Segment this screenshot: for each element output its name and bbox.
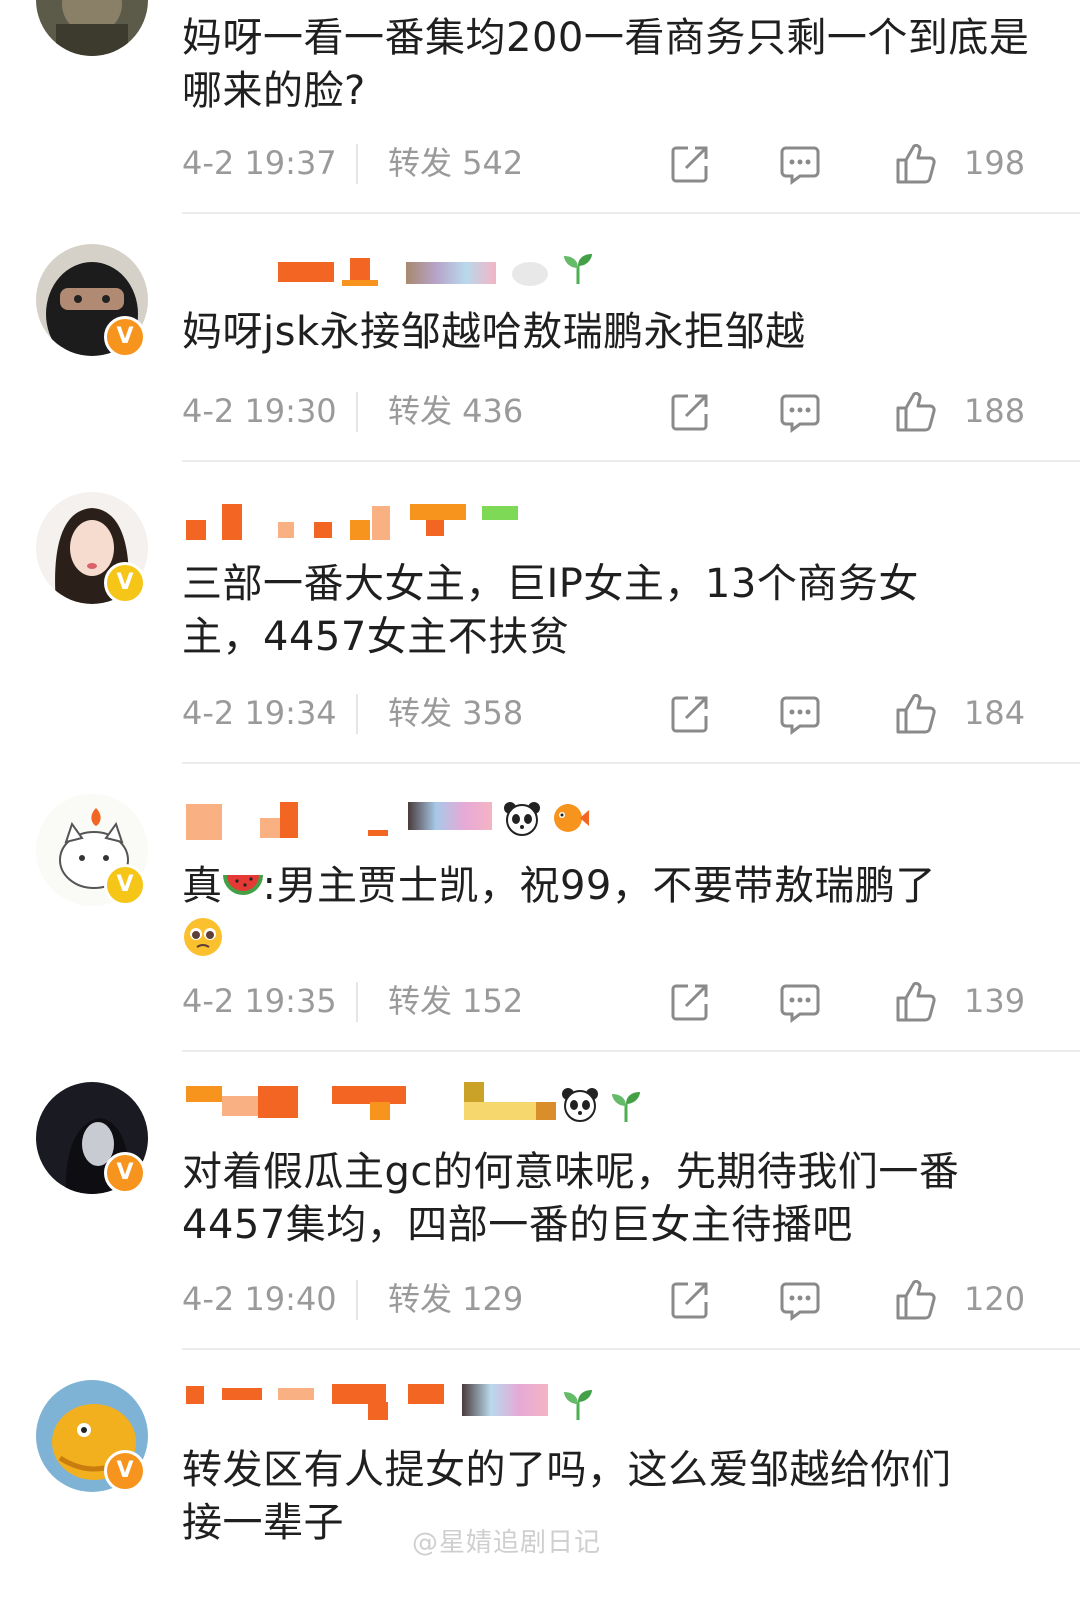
thumbs-up-icon[interactable] xyxy=(894,692,938,736)
post-text-line: 三部一番大女主，巨IP女主，13个商务女 xyxy=(182,561,919,607)
comment-icon[interactable] xyxy=(778,142,822,186)
post-meta: 4-2 19:34 转发 358 184 xyxy=(182,688,1042,738)
repost-count[interactable]: 转发 152 xyxy=(388,976,523,1026)
post-text-suffix: :男主贾士凯，祝99，不要带敖瑞鹏了 xyxy=(262,863,936,909)
share-icon[interactable] xyxy=(668,692,712,736)
post-meta: 4-2 19:30 转发 436 188 xyxy=(182,386,1042,436)
username-masked xyxy=(186,800,666,844)
meta-divider xyxy=(356,982,358,1022)
thumbs-up-icon[interactable] xyxy=(894,142,938,186)
post-text: 三部一番大女主，巨IP女主，13个商务女 主，4457女主不扶贫 xyxy=(182,558,1042,664)
verified-v-icon: V xyxy=(104,562,146,604)
like-count: 184 xyxy=(964,694,1026,732)
post-meta: 4-2 19:40 转发 129 120 xyxy=(182,1274,1042,1324)
post-divider xyxy=(182,1050,1080,1052)
share-icon[interactable] xyxy=(668,1278,712,1322)
comment-icon[interactable] xyxy=(778,980,822,1024)
verified-v-icon: V xyxy=(104,864,146,906)
post-divider xyxy=(182,212,1080,214)
panda-icon xyxy=(562,1088,598,1122)
thumbs-up-icon[interactable] xyxy=(894,390,938,434)
repost-count[interactable]: 转发 542 xyxy=(388,138,523,188)
post-text-line: 转发区有人提女的了吗，这么爱邹越给你们 xyxy=(182,1447,952,1493)
post-text-line: 主，4457女主不扶贫 xyxy=(182,614,570,660)
post-text-line: 接一辈子 xyxy=(182,1500,344,1546)
post-text-line: 4457集均，四部一番的巨女主待播吧 xyxy=(182,1202,853,1248)
repost-count[interactable]: 转发 129 xyxy=(388,1274,523,1324)
post-meta: 4-2 19:37 转发 542 198 xyxy=(182,138,1042,188)
post-text-prefix: 真 xyxy=(182,863,223,909)
meta-divider xyxy=(356,392,358,432)
sprout-icon xyxy=(612,1092,640,1122)
post-text-line: 对着假瓜主gc的何意味呢，先期待我们一番 xyxy=(182,1149,960,1195)
post-time: 4-2 19:35 xyxy=(182,982,337,1020)
post-text: 妈呀一看一番集均200一看商务只剩一个到底是哪来的脸? xyxy=(182,15,1030,114)
comment-icon[interactable] xyxy=(778,390,822,434)
like-count: 188 xyxy=(964,392,1026,430)
repost-count[interactable]: 转发 436 xyxy=(388,386,523,436)
verified-v-icon: V xyxy=(104,1152,146,1194)
like-count: 120 xyxy=(964,1280,1026,1318)
post-text: 妈呀jsk永接邹越哈敖瑞鹏永拒邹越 xyxy=(182,309,806,355)
pleading-emoji-icon xyxy=(184,918,222,956)
post-text: 转发区有人提女的了吗，这么爱邹越给你们 接一辈子 xyxy=(182,1444,1042,1550)
watermelon-emoji-icon xyxy=(222,874,263,895)
post-divider xyxy=(182,460,1080,462)
username-masked xyxy=(186,500,666,544)
post-divider xyxy=(182,762,1080,764)
panda-icon xyxy=(504,802,540,836)
verified-v-icon: V xyxy=(104,1450,146,1492)
thumbs-up-icon[interactable] xyxy=(894,980,938,1024)
post-time: 4-2 19:40 xyxy=(182,1280,337,1318)
post-time: 4-2 19:34 xyxy=(182,694,337,732)
repost-count[interactable]: 转发 358 xyxy=(388,688,523,738)
like-count: 198 xyxy=(964,144,1026,182)
comment-icon[interactable] xyxy=(778,1278,822,1322)
pufferfish-icon xyxy=(554,804,589,832)
post-text: 对着假瓜主gc的何意味呢，先期待我们一番 4457集均，四部一番的巨女主待播吧 xyxy=(182,1146,1042,1252)
meta-divider xyxy=(356,1280,358,1320)
share-icon[interactable] xyxy=(668,390,712,434)
meta-divider xyxy=(356,144,358,184)
post-time: 4-2 19:30 xyxy=(182,392,337,430)
verified-v-icon: V xyxy=(104,316,146,358)
sprout-icon xyxy=(564,254,592,284)
sprout-icon xyxy=(564,1390,592,1420)
comment-icon[interactable] xyxy=(778,692,822,736)
avatar-photo-icon xyxy=(36,0,148,56)
like-count: 139 xyxy=(964,982,1026,1020)
watermark: @星婧追剧日记 xyxy=(412,1528,602,1558)
post-text: 真 :男主贾士凯，祝99，不要带敖瑞鹏了 xyxy=(182,860,1042,966)
meta-divider xyxy=(356,694,358,734)
post-time: 4-2 19:37 xyxy=(182,144,337,182)
avatar[interactable] xyxy=(36,0,148,56)
share-icon[interactable] xyxy=(668,980,712,1024)
thumbs-up-icon[interactable] xyxy=(894,1278,938,1322)
post-meta: 4-2 19:35 转发 152 139 xyxy=(182,976,1042,1026)
share-icon[interactable] xyxy=(668,142,712,186)
post-divider xyxy=(182,1348,1080,1350)
